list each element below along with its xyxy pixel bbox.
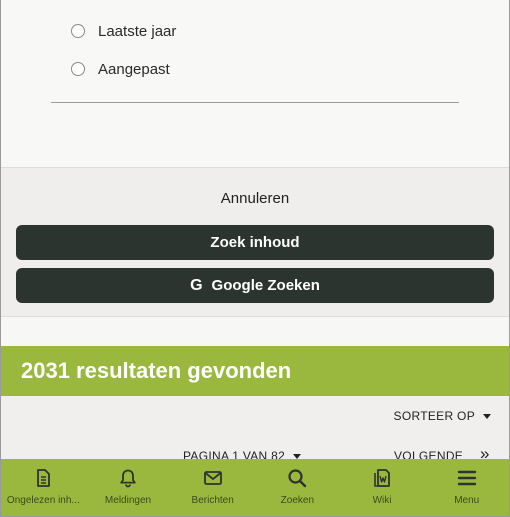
nav-item-messages[interactable]: Berichten [170, 459, 255, 516]
nav-label: Wiki [372, 495, 392, 506]
spacer [1, 317, 509, 346]
google-icon: G [190, 276, 203, 294]
date-filter-panel: Laatste jaar Aangepast [1, 0, 509, 167]
nav-item-search[interactable]: Zoeken [255, 459, 340, 516]
results-count-title: 2031 resultaten gevonden [21, 358, 292, 383]
google-search-label: Google Zoeken [211, 277, 320, 294]
nav-item-menu[interactable]: Menu [424, 459, 509, 516]
nav-label: Meldingen [104, 495, 152, 506]
nav-item-notifications[interactable]: Meldingen [86, 459, 171, 516]
radio-option-custom[interactable]: Aangepast [71, 57, 170, 81]
sort-dropdown[interactable]: SORTEER OP [394, 409, 491, 423]
caret-down-icon [293, 453, 302, 459]
nav-label: Berichten [191, 495, 234, 506]
results-header: 2031 resultaten gevonden [1, 346, 509, 396]
radio-label: Aangepast [98, 60, 170, 78]
nav-label: Ongelezen inh... [6, 495, 80, 506]
radio-option-last-year[interactable]: Laatste jaar [71, 19, 176, 43]
radio-button[interactable] [71, 62, 85, 76]
search-content-button[interactable]: Zoek inhoud [16, 225, 494, 260]
google-search-button[interactable]: G Google Zoeken [16, 268, 494, 303]
nav-label: Zoeken [280, 495, 315, 506]
divider [51, 102, 459, 103]
sort-label: SORTEER OP [393, 409, 475, 423]
cancel-button[interactable]: Annuleren [1, 190, 509, 207]
bell-icon [120, 469, 136, 488]
search-content-label: Zoek inhoud [210, 234, 300, 251]
envelope-icon [203, 471, 222, 485]
nav-item-unread[interactable]: Ongelezen inh... [1, 459, 86, 516]
bottom-navigation: Ongelezen inh... Meldingen Berichten Zoe… [1, 459, 509, 516]
wiki-icon [374, 469, 390, 487]
nav-item-wiki[interactable]: Wiki [340, 459, 425, 516]
action-panel: Annuleren Zoek inhoud G Google Zoeken [1, 167, 509, 317]
search-icon [288, 469, 307, 488]
nav-label: Menu [454, 495, 480, 506]
app-frame: Laatste jaar Aangepast Annuleren Zoek in… [0, 0, 510, 517]
radio-label: Laatste jaar [98, 22, 177, 40]
results-toolbar: SORTEER OP PAGINA 1 VAN 82 VOLGENDE » [1, 396, 509, 463]
menu-icon [457, 470, 476, 486]
document-icon [37, 469, 51, 487]
radio-button[interactable] [71, 24, 85, 38]
caret-down-icon [483, 413, 491, 419]
